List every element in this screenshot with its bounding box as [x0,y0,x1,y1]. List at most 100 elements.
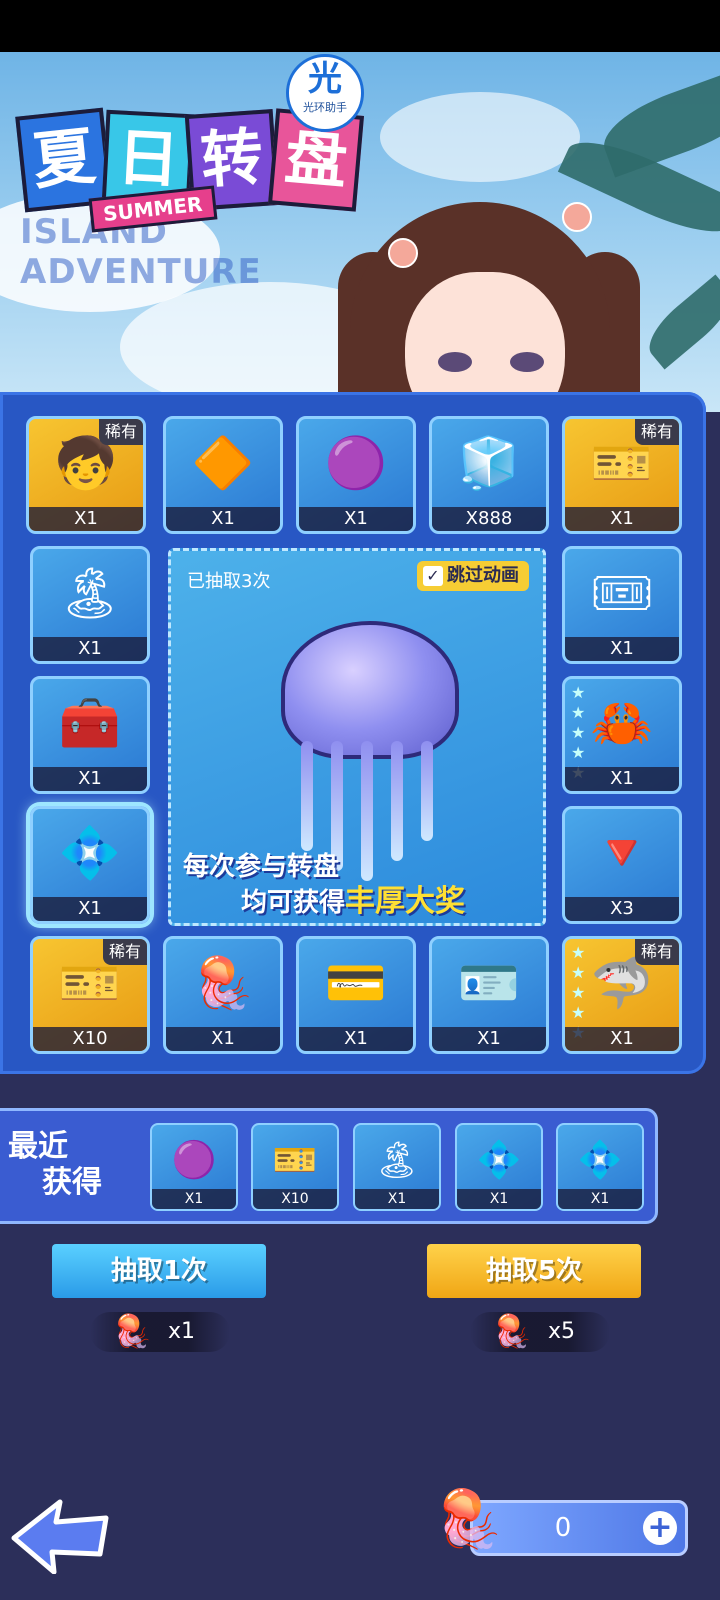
star-icon: ★ [571,983,586,1002]
gold-chip-card-icon: 🪪 [457,954,521,1012]
purple-hex-token-icon: 🟣 [324,434,388,492]
reward-quantity: X1 [558,1189,642,1209]
promo-line2: 均可获得丰厚大奖 [241,876,465,920]
reward-cell-gold-chip-card: 🪪 X1 [429,936,549,1054]
jellyfish-icon: 🪼 [112,1312,152,1350]
reward-quantity: X1 [565,1027,679,1051]
reward-quantity: X1 [166,507,280,531]
reward-cell-purple-hex-token: 🟣 X1 [296,416,416,534]
reward-quantity: X1 [33,897,147,921]
reward-cell-red-chest: 🧰 X1 [30,676,150,794]
recent-rewards-bar: 最近 获得 🟣 X1 🎫 X10 🏝 X1 💠 X1 💠 X1 [0,1108,658,1224]
jellyfish-tentacle [391,741,403,861]
reward-quantity: X1 [432,1027,546,1051]
cost-amount: x5 [548,1319,576,1344]
recent-reward-item: 🎫 X10 [251,1123,339,1211]
jellyfish-icon [281,621,459,759]
star-icon: ★ [571,683,586,702]
girl-eye [510,352,544,372]
rare-badge: 稀有 [98,419,143,445]
reward-icon: 💠 [476,1140,522,1181]
reward-cell-unique-ticket: 🎫 稀有 X1 [562,416,682,534]
reward-quantity: X1 [33,637,147,661]
reward-cell-jellyfish-item: 🪼 X1 [163,936,283,1054]
currency-value: 0 [554,1513,572,1543]
star-icon: ★ [571,723,586,742]
jellyfish-tentacle [301,741,313,851]
promo-line2-prefix: 均可获得 [241,888,346,918]
reward-quantity: X1 [299,507,413,531]
recent-label: 最近 获得 [8,1129,102,1201]
helper-logo-icon: 光 [308,59,342,99]
jellyfish-icon: 🪼 [492,1312,532,1350]
jellyfish-item-icon: 🪼 [191,954,255,1012]
star-icon: ★ [571,1003,586,1022]
cloud [380,92,580,182]
recent-reward-item: 💠 X1 [556,1123,644,1211]
checkbox-icon: ✓ [423,566,443,586]
helper-badge[interactable]: 光 光环助手 [286,54,364,132]
add-currency-button[interactable]: + [643,1511,677,1545]
reward-quantity: X1 [565,767,679,791]
reward-quantity: X3 [565,897,679,921]
reward-quantity: X1 [565,507,679,531]
reward-quantity: X1 [299,1027,413,1051]
reward-quantity: X10 [253,1189,337,1209]
star-icon: ★ [571,703,586,722]
reward-icon: 🎫 [272,1140,318,1181]
recent-reward-item: 🏝 X1 [353,1123,441,1211]
red-chest-icon: 🧰 [58,694,122,752]
center-panel: 已抽取3次 ✓ 跳过动画 每次参与转盘 均可获得丰厚大奖 [168,548,546,926]
reward-cell-emblem-card: 🔶 X1 [163,416,283,534]
triangle-core-icon: 🔻 [590,824,654,882]
reward-cell-shark-pet: 🦈★★★★★稀有X1 [562,936,682,1054]
star-icon: ★ [571,743,586,762]
star-icon: ★ [571,943,586,962]
reward-quantity: X1 [166,1027,280,1051]
draw-once-cost: 🪼 x1 [90,1312,230,1352]
skip-animation-label: 跳过动画 [447,565,519,586]
palm-leaf [638,274,720,370]
reward-cell-triangle-core: 🔻 X3 [562,806,682,924]
emblem-card-icon: 🔶 [191,434,255,492]
jellyfish-tentacle [361,741,373,881]
status-bar [0,0,720,52]
reward-cell-crab-pet: 🦀★★★★★X1 [562,676,682,794]
draw-once-button[interactable]: 抽取1次 [52,1244,266,1298]
draw-five-button[interactable]: 抽取5次 [427,1244,641,1298]
recent-reward-item: 🟣 X1 [150,1123,238,1211]
reward-quantity: X888 [432,507,546,531]
reward-cell-blue-cube: 🧊 X888 [429,416,549,534]
recent-label-line1: 最近 [8,1129,68,1164]
reward-cell-unique-ticket-red: 🎟 X1 [562,546,682,664]
pink-gem-icon: 💠 [58,824,122,882]
purple-card-icon: 💳 [324,954,388,1012]
cost-amount: x1 [168,1319,196,1344]
crab-pet-icon: 🦀 [590,694,654,752]
reward-icon: 💠 [577,1140,623,1181]
reward-cell-purple-card: 💳 X1 [296,936,416,1054]
rare-badge: 稀有 [634,939,679,965]
recent-reward-item: 💠 X1 [455,1123,543,1211]
promo-highlight: 丰厚大奖 [345,884,466,919]
blue-cube-icon: 🧊 [457,434,521,492]
reward-cell-beach-card: 🏝 X1 [30,546,150,664]
reward-quantity: X1 [565,637,679,661]
reward-cell-character-portrait: 🧒 稀有 X1 [26,416,146,534]
reward-quantity: X1 [29,507,143,531]
rare-badge: 稀有 [102,939,147,965]
back-button[interactable] [10,1494,110,1575]
jellyfish-tentacle [421,741,433,841]
unique-ticket-red-icon: 🎟 [590,564,654,622]
reward-quantity: X1 [33,767,147,791]
helper-label: 光环助手 [303,101,347,114]
beach-card-icon: 🏝 [58,564,122,622]
star-icon: ★ [571,963,586,982]
skip-animation-toggle[interactable]: ✓ 跳过动画 [417,561,529,591]
logo-subtitle: ISLAND ADVENTURE [20,212,262,292]
reward-quantity: X10 [33,1027,147,1051]
reward-icon: 🟣 [171,1140,217,1181]
draw-count: 已抽取3次 [187,571,271,592]
reward-cell-pink-gem: 💠 X1 [30,806,150,924]
draw-five-cost: 🪼 x5 [470,1312,610,1352]
